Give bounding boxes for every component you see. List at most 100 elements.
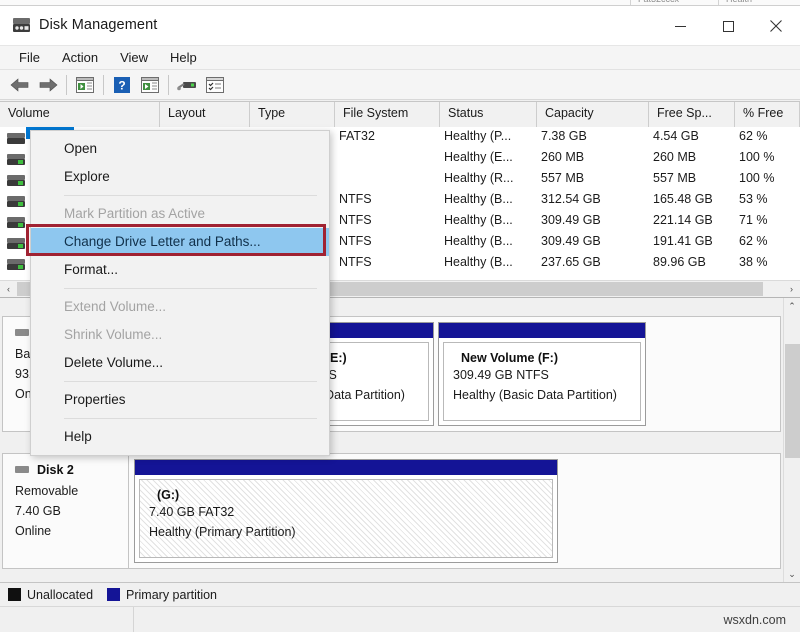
close-button[interactable] xyxy=(752,6,800,46)
legend-swatch-primary-partition xyxy=(107,588,120,601)
toolbar: ? xyxy=(0,70,800,100)
ctx-open[interactable]: Open xyxy=(31,135,329,163)
rescan-disks-icon[interactable] xyxy=(173,72,201,98)
vscroll-thumb[interactable] xyxy=(785,344,800,458)
ctx-separator-3 xyxy=(64,381,317,382)
background-cell-1: Fat32cccx xyxy=(638,0,679,4)
disk-status: Online xyxy=(15,521,128,541)
ctx-mark-partition-active: Mark Partition as Active xyxy=(31,200,329,228)
partition-header-bar xyxy=(439,323,645,338)
cell-free-space: 165.48 GB xyxy=(653,192,713,206)
vscroll-up-arrow[interactable]: ⌃ xyxy=(784,298,800,315)
cell-file-system: NTFS xyxy=(339,192,372,206)
menu-bar: File Action View Help xyxy=(0,46,800,70)
partition-block-f[interactable]: New Volume (F:) 309.49 GB NTFS Healthy (… xyxy=(438,322,646,426)
background-cell-2: Health xyxy=(726,0,752,4)
status-divider xyxy=(133,607,134,632)
disk-type: Removable xyxy=(15,481,128,501)
disk-icon xyxy=(15,329,29,336)
title-bar: Disk Management xyxy=(0,6,800,46)
ctx-explore[interactable]: Explore xyxy=(31,163,329,191)
hscroll-right-arrow[interactable]: › xyxy=(783,281,800,297)
cell-file-system: NTFS xyxy=(339,255,372,269)
cell-capacity: 237.65 GB xyxy=(541,255,601,269)
toolbar-separator-3 xyxy=(168,75,169,95)
show-hide-console-tree-icon[interactable] xyxy=(71,72,99,98)
cell-file-system: FAT32 xyxy=(339,129,375,143)
help-icon[interactable]: ? xyxy=(108,72,136,98)
volume-icon xyxy=(7,173,25,184)
cell-file-system: NTFS xyxy=(339,213,372,227)
cell-status: Healthy (E... xyxy=(444,150,513,164)
partition-health: Healthy (Basic Data Partition) xyxy=(453,385,640,405)
menu-file[interactable]: File xyxy=(8,48,51,67)
volume-icon xyxy=(7,152,25,163)
column-layout[interactable]: Layout xyxy=(160,102,250,127)
legend-label-primary-partition: Primary partition xyxy=(126,588,217,602)
ctx-separator-4 xyxy=(64,418,317,419)
ctx-delete-volume[interactable]: Delete Volume... xyxy=(31,349,329,377)
cell-capacity: 7.38 GB xyxy=(541,129,587,143)
menu-view[interactable]: View xyxy=(109,48,159,67)
menu-action[interactable]: Action xyxy=(51,48,109,67)
column-type[interactable]: Type xyxy=(250,102,335,127)
cell-status: Healthy (B... xyxy=(444,255,513,269)
forward-arrow-icon[interactable] xyxy=(34,72,62,98)
cell-percent-free: 71 % xyxy=(739,213,768,227)
column-capacity[interactable]: Capacity xyxy=(537,102,649,127)
cell-status: Healthy (P... xyxy=(444,129,511,143)
disk-row-disk2[interactable]: Disk 2 Removable 7.40 GB Online (G:) 7.4… xyxy=(2,453,781,569)
cell-status: Healthy (R... xyxy=(444,171,513,185)
column-volume[interactable]: Volume xyxy=(0,102,160,127)
disk-size: 7.40 GB xyxy=(15,501,128,521)
cell-percent-free: 100 % xyxy=(739,150,774,164)
cell-free-space: 4.54 GB xyxy=(653,129,699,143)
cell-status: Healthy (B... xyxy=(444,234,513,248)
legend-label-unallocated: Unallocated xyxy=(27,588,93,602)
partition-header-bar xyxy=(135,460,557,475)
ctx-properties[interactable]: Properties xyxy=(31,386,329,414)
cell-capacity: 557 MB xyxy=(541,171,584,185)
ctx-format[interactable]: Format... xyxy=(31,256,329,284)
legend-swatch-unallocated xyxy=(8,588,21,601)
minimize-button[interactable] xyxy=(656,6,704,46)
partition-size-fs: 7.40 GB FAT32 xyxy=(149,502,552,522)
hscroll-left-arrow[interactable]: ‹ xyxy=(0,281,17,297)
svg-text:?: ? xyxy=(118,78,125,92)
disk-info-disk2: Disk 2 Removable 7.40 GB Online xyxy=(3,454,129,568)
cell-status: Healthy (B... xyxy=(444,213,513,227)
menu-help[interactable]: Help xyxy=(159,48,208,67)
ctx-help[interactable]: Help xyxy=(31,423,329,451)
partition-block-g[interactable]: (G:) 7.40 GB FAT32 Healthy (Primary Part… xyxy=(134,459,558,563)
volume-icon xyxy=(7,215,25,226)
cell-percent-free: 38 % xyxy=(739,255,768,269)
partition-size-fs: 309.49 GB NTFS xyxy=(453,365,640,385)
volume-icon xyxy=(7,257,25,268)
back-arrow-icon[interactable] xyxy=(6,72,34,98)
volume-list-header: Volume Layout Type File System Status Ca… xyxy=(0,102,800,127)
partition-title: (G:) xyxy=(157,488,552,502)
ctx-shrink-volume: Shrink Volume... xyxy=(31,321,329,349)
cell-free-space: 221.14 GB xyxy=(653,213,713,227)
disk-name: Disk 2 xyxy=(37,463,128,477)
legend-unallocated: Unallocated xyxy=(8,588,93,602)
graphical-view-vscrollbar[interactable]: ⌃ ⌄ xyxy=(783,298,800,582)
maximize-button[interactable] xyxy=(704,6,752,46)
cell-percent-free: 62 % xyxy=(739,129,768,143)
ctx-separator-1 xyxy=(64,195,317,196)
column-file-system[interactable]: File System xyxy=(335,102,440,127)
ctx-change-drive-letter-and-paths[interactable]: Change Drive Letter and Paths... xyxy=(31,228,329,256)
volume-icon xyxy=(7,194,25,205)
show-hide-action-pane-icon[interactable] xyxy=(136,72,164,98)
toolbar-separator-2 xyxy=(103,75,104,95)
vscroll-down-arrow[interactable]: ⌄ xyxy=(784,566,800,582)
column-percent-free[interactable]: % Free xyxy=(735,102,800,127)
properties-icon[interactable] xyxy=(201,72,229,98)
column-free-space[interactable]: Free Sp... xyxy=(649,102,735,127)
cell-status: Healthy (B... xyxy=(444,192,513,206)
column-status[interactable]: Status xyxy=(440,102,537,127)
legend: Unallocated Primary partition xyxy=(0,582,800,606)
cell-percent-free: 100 % xyxy=(739,171,774,185)
cell-free-space: 191.41 GB xyxy=(653,234,713,248)
disk-icon xyxy=(15,466,29,473)
